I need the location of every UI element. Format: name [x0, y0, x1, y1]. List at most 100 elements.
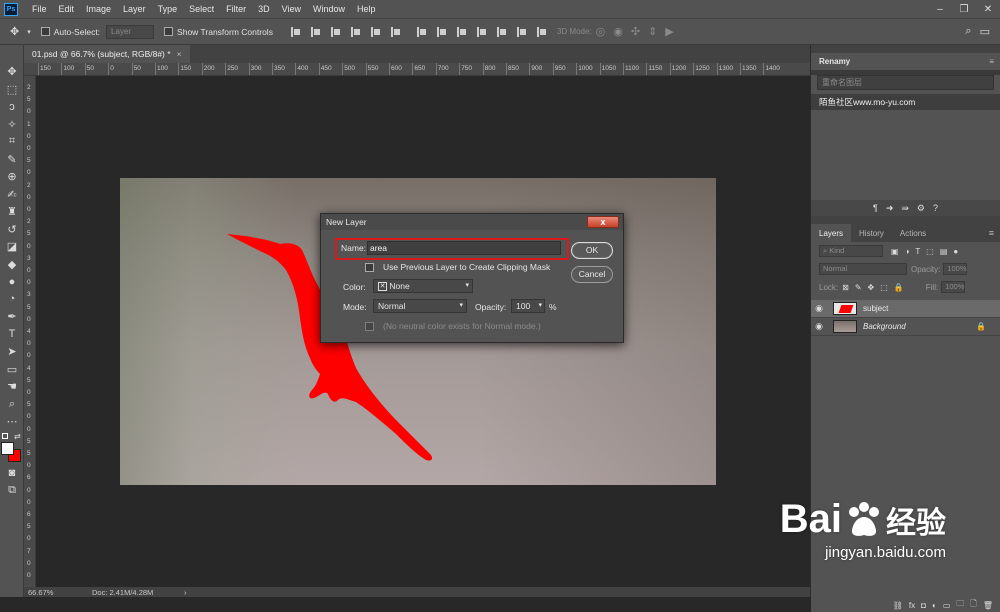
lock-all-icon[interactable]: 🔒: [894, 283, 904, 292]
trash-icon[interactable]: 🗑: [983, 601, 993, 610]
auto-align-icon[interactable]: [535, 26, 547, 38]
menu-window[interactable]: Window: [307, 4, 351, 14]
filter-smart-object-icon[interactable]: ▤: [940, 247, 948, 256]
cancel-button[interactable]: Cancel: [571, 266, 613, 283]
dodge-tool-icon[interactable]: ◔: [0, 291, 24, 309]
filter-toggle-icon[interactable]: ●: [953, 247, 958, 256]
panel-menu-icon[interactable]: ≡: [989, 57, 994, 66]
link-layers-icon[interactable]: ⛓: [893, 601, 903, 610]
document-tab[interactable]: 01.psd @ 66.7% (subject, RGB/8#) * ×: [24, 45, 190, 63]
3d-camera-icon[interactable]: ▶: [665, 25, 673, 38]
opacity-input[interactable]: 100%: [943, 263, 968, 275]
mode-dropdown[interactable]: Normal ▾: [373, 299, 467, 313]
layer-name[interactable]: subject: [863, 304, 888, 313]
zoom-level[interactable]: 66.67%: [28, 588, 84, 597]
help-icon[interactable]: ?: [933, 203, 938, 213]
lock-transparency-icon[interactable]: ⊠: [842, 283, 849, 292]
menu-help[interactable]: Help: [351, 4, 382, 14]
magic-wand-tool-icon[interactable]: ✧: [0, 116, 24, 134]
quick-mask-icon[interactable]: ◙: [0, 465, 24, 483]
more-tools-icon[interactable]: ⋯: [0, 413, 24, 431]
move-tool-icon[interactable]: ✥: [0, 63, 24, 81]
lasso-tool-icon[interactable]: ↄ: [0, 98, 24, 116]
arrow-right-icon[interactable]: ➜: [886, 203, 894, 214]
align-left-icon[interactable]: [349, 26, 361, 38]
adjustment-icon[interactable]: ◐: [932, 601, 937, 610]
show-transform-checkbox[interactable]: [164, 27, 174, 36]
fx-icon[interactable]: fx: [909, 601, 915, 610]
layer-filter-dropdown[interactable]: ⌕ Kind: [819, 245, 883, 257]
path-selection-tool-icon[interactable]: ➤: [0, 343, 24, 361]
paint-bucket-tool-icon[interactable]: ◆: [0, 256, 24, 274]
pen-tool-icon[interactable]: ✒: [0, 308, 24, 326]
screen-mode-icon[interactable]: ⧉: [0, 482, 24, 500]
layer-row-background[interactable]: ◉ Background 🔒: [811, 318, 1000, 336]
swap-colors-icon[interactable]: ⇄: [14, 432, 21, 441]
ok-button[interactable]: OK: [571, 242, 613, 259]
add-mask-icon[interactable]: ◘: [921, 601, 926, 610]
panel-menu-icon[interactable]: ≡: [989, 228, 994, 238]
type-tool-icon[interactable]: T: [0, 326, 24, 344]
blur-tool-icon[interactable]: ●: [0, 273, 24, 291]
close-window-button[interactable]: ✕: [976, 0, 1000, 18]
lock-artboard-icon[interactable]: ⬚: [880, 283, 888, 292]
close-tab-icon[interactable]: ×: [177, 49, 182, 59]
filter-shape-icon[interactable]: ⬚: [926, 247, 934, 256]
distribute-right-icon[interactable]: [515, 26, 527, 38]
align-right-icon[interactable]: [389, 26, 401, 38]
menu-file[interactable]: File: [26, 4, 53, 14]
menu-type[interactable]: Type: [152, 4, 184, 14]
distribute-top-icon[interactable]: [415, 26, 427, 38]
foreground-color-swatch[interactable]: [1, 441, 14, 455]
align-bottom-icon[interactable]: [329, 26, 341, 38]
dialog-close-button[interactable]: x: [587, 216, 619, 228]
crop-tool-icon[interactable]: ⌗: [0, 133, 24, 151]
workspace-icon[interactable]: ▭: [980, 25, 990, 38]
layer-row-subject[interactable]: ◉ subject: [811, 300, 1000, 318]
actions-icon[interactable]: ⇛: [901, 203, 909, 214]
tab-history[interactable]: History: [851, 224, 892, 242]
menu-view[interactable]: View: [276, 4, 307, 14]
chevron-down-icon[interactable]: ▾: [27, 28, 31, 36]
folder-icon[interactable]: 🗀: [956, 598, 964, 612]
rectangle-tool-icon[interactable]: ▭: [0, 361, 24, 379]
history-brush-tool-icon[interactable]: ↺: [0, 221, 24, 239]
menu-3d[interactable]: 3D: [252, 4, 276, 14]
menu-select[interactable]: Select: [183, 4, 220, 14]
menu-layer[interactable]: Layer: [117, 4, 152, 14]
fill-neutral-checkbox[interactable]: [365, 322, 374, 331]
menu-image[interactable]: Image: [80, 4, 117, 14]
clone-stamp-tool-icon[interactable]: ♜: [0, 203, 24, 221]
brush-tool-icon[interactable]: ✍: [0, 186, 24, 204]
healing-brush-tool-icon[interactable]: ⊕: [0, 168, 24, 186]
align-hcenter-icon[interactable]: [369, 26, 381, 38]
default-colors-icon[interactable]: [2, 432, 8, 439]
fill-input[interactable]: 100%: [941, 281, 966, 293]
auto-select-dropdown[interactable]: Layer: [106, 24, 155, 39]
menu-edit[interactable]: Edit: [53, 4, 81, 14]
eyedropper-tool-icon[interactable]: ✎: [0, 151, 24, 169]
move-tool-icon[interactable]: ✥: [10, 25, 19, 38]
status-menu-arrow[interactable]: ›: [184, 588, 187, 597]
3d-pan-icon[interactable]: ✣: [631, 25, 640, 38]
search-icon[interactable]: ⌕: [965, 25, 971, 38]
new-layer-icon[interactable]: 🗋: [970, 598, 976, 612]
filter-pixel-icon[interactable]: ▣: [891, 247, 899, 256]
filter-adjustment-icon[interactable]: ◑: [905, 247, 910, 256]
hand-tool-icon[interactable]: ☚: [0, 378, 24, 396]
tab-actions[interactable]: Actions: [892, 224, 934, 242]
zoom-tool-icon[interactable]: ⌕: [0, 396, 24, 414]
paragraph-icon[interactable]: ¶: [873, 203, 878, 213]
lock-position-icon[interactable]: ✥: [868, 283, 875, 292]
3d-slide-icon[interactable]: ⇕: [648, 25, 657, 38]
layer-name[interactable]: Background: [863, 322, 906, 331]
auto-select-checkbox[interactable]: [40, 27, 50, 36]
align-vcenter-icon[interactable]: [309, 26, 321, 38]
rename-input[interactable]: 重命名图层: [817, 75, 994, 90]
restore-button[interactable]: ❐: [952, 0, 976, 18]
distribute-vcenter-icon[interactable]: [435, 26, 447, 38]
tab-layers[interactable]: Layers: [811, 224, 852, 242]
color-dropdown[interactable]: ✕ None ▾: [373, 279, 473, 293]
gear-icon[interactable]: ⚙: [917, 203, 925, 214]
distribute-hcenter-icon[interactable]: [495, 26, 507, 38]
